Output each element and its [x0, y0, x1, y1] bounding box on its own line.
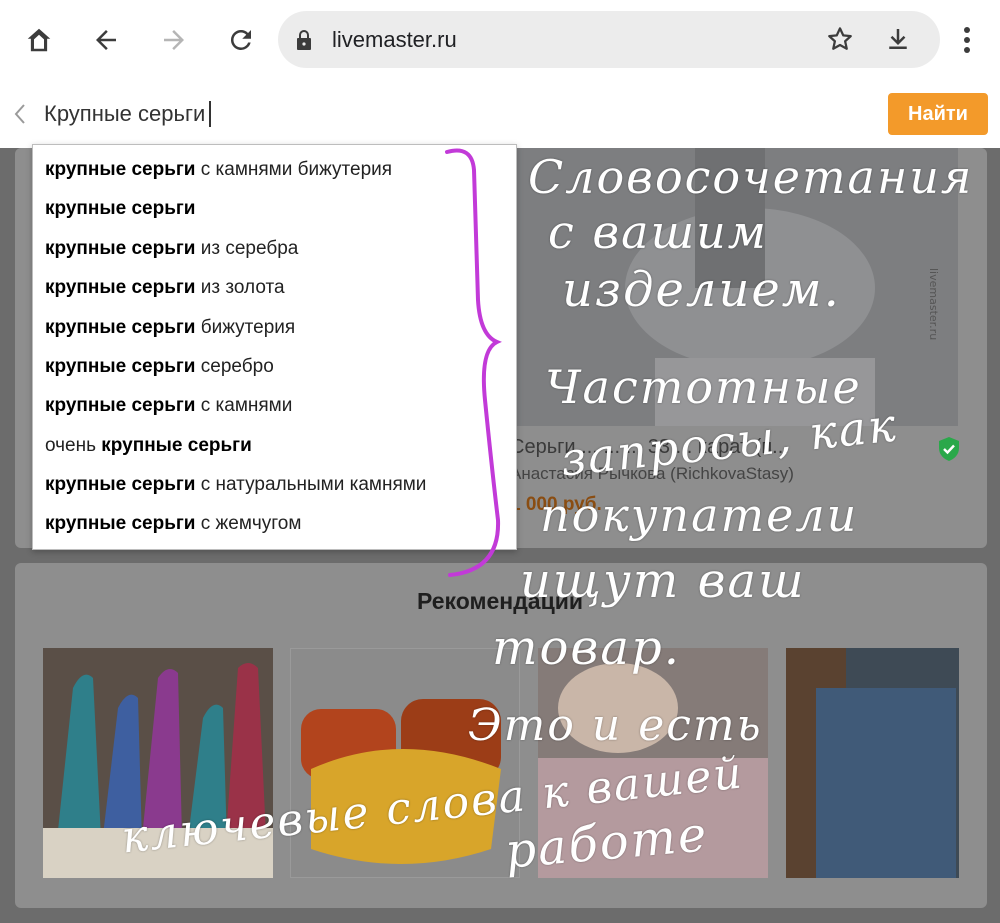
- forward-button[interactable]: [152, 18, 196, 62]
- text-caret: [209, 101, 212, 127]
- lock-icon: [292, 27, 316, 57]
- product-author[interactable]: Анастасия Рычкова (RichkovaStasy): [510, 464, 794, 484]
- suggestion-item[interactable]: крупные серьги с камнями: [45, 388, 292, 424]
- suggestion-item[interactable]: крупные серьги бижутерия: [45, 310, 295, 346]
- suggestion-item[interactable]: крупные серьги из серебра: [45, 231, 298, 267]
- search-query-text: Крупные серьги: [44, 101, 206, 126]
- recommendation-thumb-wooden-puzzle[interactable]: [290, 648, 520, 878]
- suggestion-item[interactable]: крупные серьги с камнями бижутерия: [45, 152, 392, 188]
- suggestion-item[interactable]: крупные серьги с жемчугом: [45, 506, 301, 542]
- search-input[interactable]: Крупные серьги: [44, 94, 864, 134]
- suggestion-item[interactable]: крупные серьги с натуральными камнями: [45, 467, 426, 503]
- recommendation-thumb-gnomes[interactable]: [43, 648, 273, 878]
- suggestion-item[interactable]: очень крупные серьги: [45, 428, 252, 464]
- suggestion-item[interactable]: крупные серьги из золота: [45, 270, 285, 306]
- recommendation-thumb-notebook[interactable]: [786, 648, 959, 878]
- product-image[interactable]: [505, 148, 958, 426]
- more-vert-icon: [964, 27, 970, 53]
- suggestion-item[interactable]: крупные серьги: [45, 191, 195, 227]
- home-icon: [27, 28, 51, 52]
- search-back-button[interactable]: [6, 98, 34, 130]
- site-search-bar: Крупные серьги Найти: [0, 80, 1000, 148]
- reload-icon: [230, 29, 251, 50]
- address-bar[interactable]: livemaster.ru: [278, 11, 940, 68]
- verified-shield-icon: [937, 436, 961, 466]
- forward-arrow-icon: [164, 30, 184, 50]
- back-button[interactable]: [84, 18, 128, 62]
- search-submit-button[interactable]: Найти: [888, 93, 988, 135]
- recommendation-thumb-baby-blanket[interactable]: [538, 648, 768, 878]
- reload-button[interactable]: [219, 18, 263, 62]
- bookmark-star-icon[interactable]: [825, 24, 855, 58]
- back-arrow-icon: [96, 30, 116, 50]
- browser-toolbar: livemaster.ru: [0, 0, 1000, 80]
- url-text: livemaster.ru: [332, 27, 457, 52]
- autocomplete-dropdown: крупные серьги с камнями бижутерия крупн…: [32, 144, 517, 550]
- product-title[interactable]: Серьги ... ... ... 33 ... карат (п...: [510, 436, 789, 459]
- product-price: 1 000 руб.: [510, 494, 602, 515]
- chevron-left-icon: [14, 104, 25, 124]
- download-icon[interactable]: [883, 24, 913, 58]
- recommendations-title: Рекомендации: [416, 588, 584, 614]
- suggestion-item[interactable]: крупные серьги серебро: [45, 349, 274, 385]
- home-button[interactable]: [17, 18, 61, 62]
- more-menu-button[interactable]: [952, 18, 982, 62]
- image-watermark: livemaster.ru: [927, 268, 940, 341]
